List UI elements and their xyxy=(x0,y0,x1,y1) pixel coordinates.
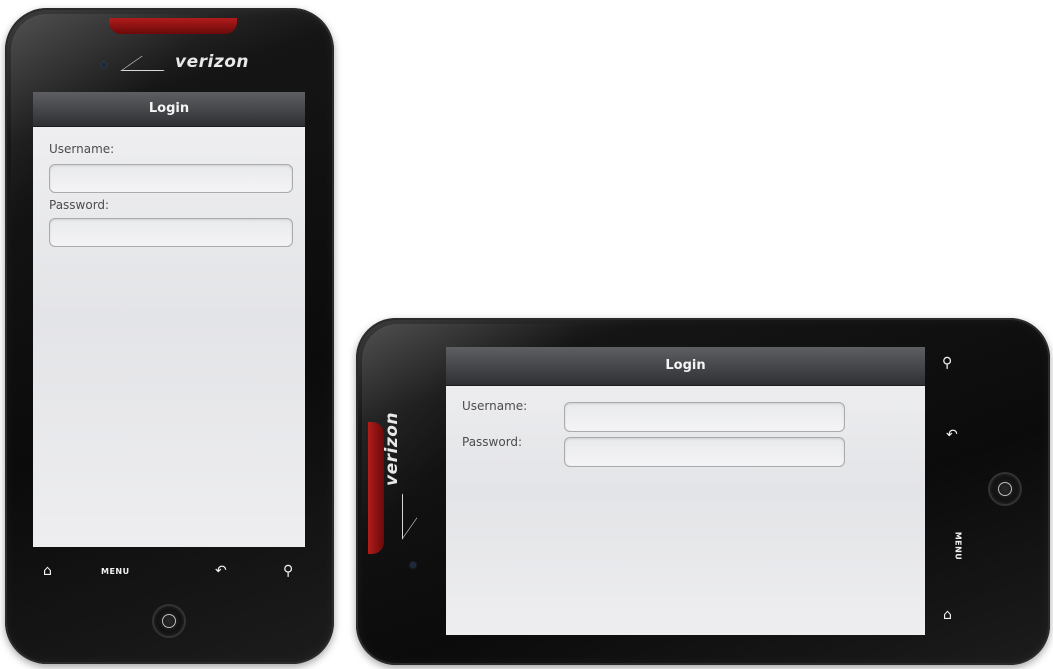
home-icon[interactable]: ⌂ xyxy=(43,564,52,578)
password-label: Password: xyxy=(462,435,523,449)
trackpad-button[interactable] xyxy=(990,474,1020,504)
password-input[interactable] xyxy=(49,218,293,247)
menu-button[interactable]: MENU xyxy=(101,568,130,576)
stage: verizon Login Username: Password: ⌂ MENU… xyxy=(0,0,1053,669)
menu-button[interactable]: MENU xyxy=(953,532,962,561)
earpiece-speaker xyxy=(109,18,237,34)
screen: Login Username: Password: xyxy=(33,92,305,547)
password-input[interactable] xyxy=(564,437,845,467)
username-input[interactable] xyxy=(564,402,845,432)
trackpad-button[interactable] xyxy=(154,606,184,636)
back-icon[interactable]: ↶ xyxy=(215,564,227,578)
title-bar: Login xyxy=(446,347,925,386)
search-icon[interactable]: ⚲ xyxy=(942,356,952,370)
brand-logo-text: verizon xyxy=(382,412,402,486)
username-input[interactable] xyxy=(49,164,293,193)
username-label: Username: xyxy=(462,399,528,413)
phone-landscape: verizon Login Username: Password: ⚲ ↶ ME… xyxy=(356,318,1050,665)
username-label: Username: xyxy=(49,142,115,156)
password-label: Password: xyxy=(49,198,110,212)
title-bar: Login xyxy=(33,92,305,127)
screen: Login Username: Password: xyxy=(446,347,925,635)
sensor-dot xyxy=(101,62,107,68)
sensor-dot xyxy=(410,562,416,568)
back-icon[interactable]: ↶ xyxy=(946,428,958,442)
brand-logo-text: verizon xyxy=(175,52,249,72)
search-icon[interactable]: ⚲ xyxy=(283,564,293,578)
brand-check-logo xyxy=(402,473,417,540)
phone-portrait: verizon Login Username: Password: ⌂ MENU… xyxy=(5,8,334,664)
home-icon[interactable]: ⌂ xyxy=(943,608,952,622)
